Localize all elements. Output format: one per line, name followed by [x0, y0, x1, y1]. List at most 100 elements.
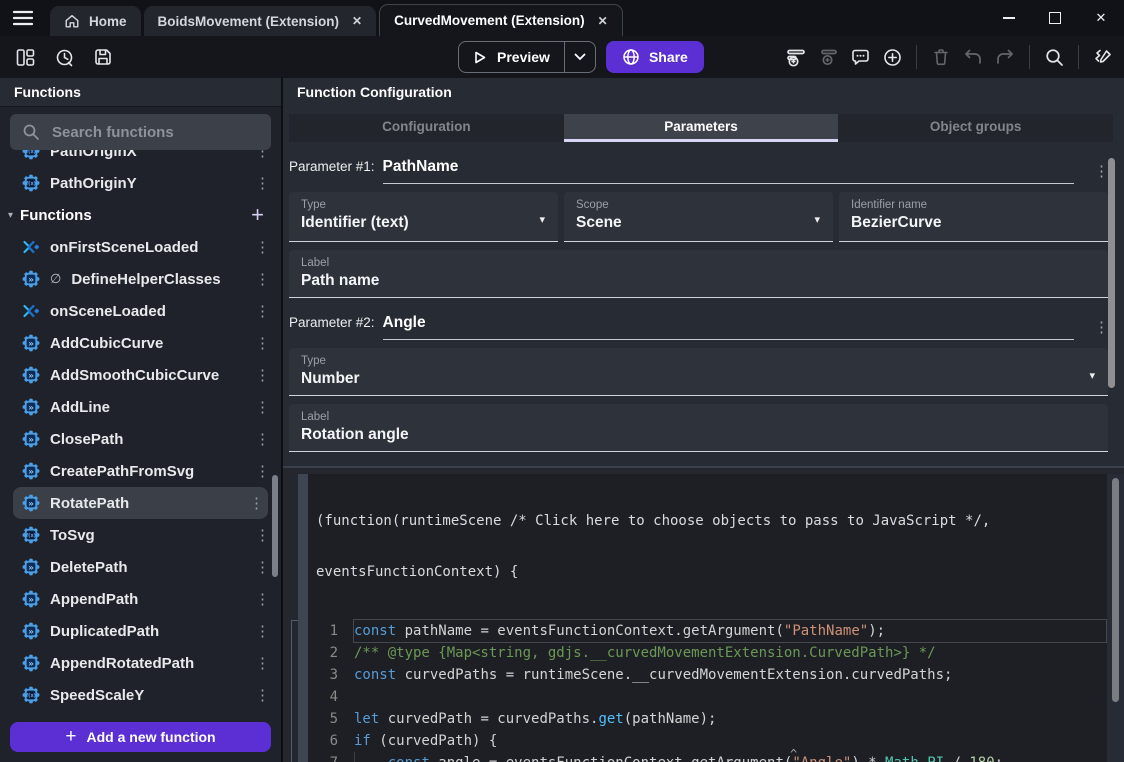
add-event-icon[interactable]	[783, 44, 809, 70]
svg-text:»: »	[28, 339, 34, 349]
search-input[interactable]	[50, 123, 259, 142]
close-button[interactable]: ✕	[1078, 0, 1124, 36]
expression-function-icon: f(x)	[22, 174, 40, 192]
collapse-caret-icon[interactable]: ^	[790, 747, 797, 761]
item-menu-icon[interactable]: ⋮	[255, 302, 267, 320]
function-item-PathOriginY[interactable]: f(x)PathOriginY⋮	[0, 167, 281, 199]
item-menu-icon[interactable]: ⋮	[255, 430, 267, 448]
share-button[interactable]: Share	[606, 41, 704, 73]
item-menu-icon[interactable]: ⋮	[255, 174, 267, 192]
delete-icon[interactable]	[928, 44, 954, 70]
function-item-SpeedScaleY[interactable]: f(x)SpeedScaleY⋮	[0, 679, 281, 711]
edit-properties-icon[interactable]	[1090, 44, 1116, 70]
function-item-ClosePath[interactable]: »ClosePath⋮	[0, 423, 281, 455]
js-code-editor[interactable]: (function(runtimeScene /* Click here to …	[308, 474, 1124, 762]
function-item-AppendRotatedPath[interactable]: »AppendRotatedPath⋮	[0, 647, 281, 679]
tab-configuration[interactable]: Configuration	[289, 114, 564, 142]
parameter-name-input[interactable]: PathName	[383, 158, 1074, 184]
item-menu-icon[interactable]: ⋮	[255, 654, 267, 672]
tab-boidsmovement[interactable]: BoidsMovement (Extension) ✕	[144, 6, 377, 36]
sidebar-scrollbar[interactable]	[272, 475, 278, 577]
add-comment-icon[interactable]	[847, 44, 873, 70]
function-item-onFirstSceneLoaded[interactable]: onFirstSceneLoaded⋮	[0, 231, 281, 263]
redo-icon[interactable]	[992, 44, 1018, 70]
minimize-button[interactable]	[986, 0, 1032, 36]
function-item-AddSmoothCubicCurve[interactable]: »AddSmoothCubicCurve⋮	[0, 359, 281, 391]
line-number: 2	[308, 642, 338, 664]
function-item-PathOriginX[interactable]: f(x)PathOriginX⋮	[0, 150, 281, 167]
preview-dropdown-button[interactable]	[565, 42, 595, 72]
parameter-menu-icon[interactable]: ⋮	[1094, 162, 1108, 180]
function-item-CreatePathFromSvg[interactable]: »CreatePathFromSvg⋮	[0, 455, 281, 487]
tab-object-groups[interactable]: Object groups	[838, 114, 1113, 142]
item-menu-icon[interactable]: ⋮	[255, 622, 267, 640]
code-line-6[interactable]: 6if (curvedPath) {	[308, 730, 1124, 752]
menu-icon[interactable]	[10, 5, 36, 31]
code-line-3[interactable]: 3const curvedPaths = runtimeScene.__curv…	[308, 664, 1124, 686]
save-icon[interactable]	[90, 44, 116, 70]
preview-button-main[interactable]: Preview	[459, 42, 564, 72]
tab-parameters[interactable]: Parameters	[564, 114, 839, 142]
code-line-2[interactable]: 2/** @type {Map<string, gdjs.__curvedMov…	[308, 642, 1124, 664]
code-scrollbar-track[interactable]	[1107, 474, 1124, 762]
item-menu-icon[interactable]: ⋮	[255, 590, 267, 608]
function-item-RotatePath[interactable]: »RotatePath⋮	[13, 487, 268, 519]
code-line-5[interactable]: 5let curvedPath = curvedPaths.get(pathNa…	[308, 708, 1124, 730]
function-item-DuplicatedPath[interactable]: »DuplicatedPath⋮	[0, 615, 281, 647]
collapse-triangle-icon[interactable]: ▾	[8, 210, 13, 221]
parameter-name-input[interactable]: Angle	[383, 314, 1074, 340]
identifier-name-field[interactable]: Identifier name BezierCurve	[839, 192, 1108, 242]
function-item-DeletePath[interactable]: »DeletePath⋮	[0, 551, 281, 583]
item-menu-icon[interactable]: ⋮	[255, 526, 267, 544]
code-line-1[interactable]: 1const pathName = eventsFunctionContext.…	[308, 620, 1124, 642]
item-menu-icon[interactable]: ⋮	[255, 334, 267, 352]
item-menu-icon[interactable]: ⋮	[255, 462, 267, 480]
parameters-scrollbar[interactable]	[1108, 158, 1115, 388]
item-menu-icon[interactable]: ⋮	[255, 366, 267, 384]
history-icon[interactable]	[51, 44, 77, 70]
scope-select[interactable]: Scope Scene ▾	[564, 192, 833, 242]
item-menu-icon[interactable]: ⋮	[255, 238, 267, 256]
function-item-AddCubicCurve[interactable]: »AddCubicCurve⋮	[0, 327, 281, 359]
item-menu-icon[interactable]: ⋮	[255, 686, 267, 704]
function-item-onSceneLoaded[interactable]: onSceneLoaded⋮	[0, 295, 281, 327]
svg-text:»: »	[28, 371, 34, 381]
maximize-button[interactable]	[1032, 0, 1078, 36]
close-tab-icon[interactable]: ✕	[598, 14, 608, 28]
preview-button[interactable]: Preview	[458, 41, 596, 73]
add-subevent-icon[interactable]	[815, 44, 841, 70]
type-select[interactable]: Type Identifier (text) ▾	[289, 192, 558, 242]
section-label: Functions	[20, 207, 244, 224]
open-panels-icon[interactable]	[12, 44, 38, 70]
type-select[interactable]: Type Number ▾	[289, 348, 1108, 396]
code-scrollbar-thumb[interactable]	[1112, 478, 1119, 702]
close-tab-icon[interactable]: ✕	[352, 14, 362, 28]
undo-icon[interactable]	[960, 44, 986, 70]
search-icon[interactable]	[1041, 44, 1067, 70]
function-item-ToSvg[interactable]: f(x)ToSvg⋮	[0, 519, 281, 551]
add-function-button[interactable]: + Add a new function	[10, 722, 271, 752]
parameter-menu-icon[interactable]: ⋮	[1094, 318, 1108, 336]
search-box[interactable]	[10, 114, 271, 150]
functions-section-header[interactable]: ▾ Functions +	[0, 199, 281, 231]
code-wrapper-header[interactable]: (function(runtimeScene /* Click here to …	[308, 474, 1124, 615]
item-menu-icon[interactable]: ⋮	[249, 494, 261, 512]
item-menu-icon[interactable]: ⋮	[255, 558, 267, 576]
label-field[interactable]: Label Path name	[289, 250, 1108, 298]
action-function-icon: »	[22, 590, 40, 608]
code-line-7[interactable]: 7 const angle = eventsFunctionContext.ge…	[308, 752, 1124, 762]
add-function-icon[interactable]: +	[251, 205, 264, 225]
item-menu-icon[interactable]: ⋮	[255, 270, 267, 288]
item-menu-icon[interactable]: ⋮	[255, 150, 267, 160]
label-field[interactable]: Label Rotation angle	[289, 404, 1108, 452]
function-item-DefineHelperClasses[interactable]: »∅DefineHelperClasses⋮	[0, 263, 281, 295]
code-line-4[interactable]: 4	[308, 686, 1124, 708]
tab-curvedmovement[interactable]: CurvedMovement (Extension) ✕	[379, 4, 623, 36]
item-menu-icon[interactable]: ⋮	[255, 398, 267, 416]
add-circle-icon[interactable]	[879, 44, 905, 70]
toolbar-separator	[916, 45, 917, 69]
function-item-AppendPath[interactable]: »AppendPath⋮	[0, 583, 281, 615]
event-selection-strip[interactable]	[298, 474, 308, 762]
function-item-AddLine[interactable]: »AddLine⋮	[0, 391, 281, 423]
tab-home[interactable]: Home	[50, 6, 141, 36]
